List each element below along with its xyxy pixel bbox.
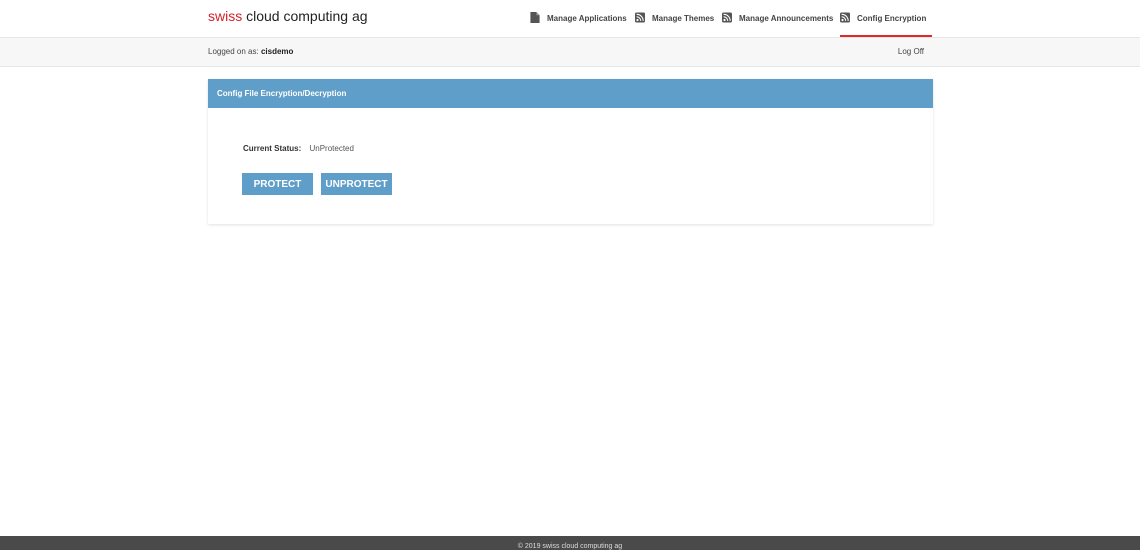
nav-label: Manage Themes	[652, 14, 715, 23]
log-off-link[interactable]: Log Off	[898, 47, 924, 56]
username: cisdemo	[260, 47, 294, 56]
brand-accent: swiss	[208, 8, 243, 24]
document-icon	[530, 12, 540, 23]
brand-logo[interactable]: swiss cloud computing ag	[208, 8, 368, 24]
protect-button[interactable]: PROTECT	[242, 173, 313, 195]
current-status: Current Status: UnProtected	[243, 144, 354, 153]
logged-on-label: Logged on as:	[208, 47, 259, 56]
nav-manage-themes[interactable]: Manage Themes	[635, 0, 714, 37]
status-label: Current Status:	[243, 144, 302, 153]
status-value: UnProtected	[309, 144, 354, 153]
brand-text: cloud computing ag	[242, 8, 368, 24]
nav-manage-announcements[interactable]: Manage Announcements	[722, 0, 833, 37]
logged-on-info: Logged on as: cisdemo	[208, 47, 293, 56]
rss-icon	[840, 12, 850, 23]
copyright-text: © 2019 swiss cloud computing ag	[517, 543, 623, 550]
rss-icon	[635, 12, 645, 23]
nav-label: Manage Applications	[547, 14, 627, 23]
unprotect-button[interactable]: UNPROTECT	[321, 173, 392, 195]
nav-config-encryption[interactable]: Config Encryption	[840, 0, 933, 37]
rss-icon	[722, 12, 732, 23]
encryption-panel: Config File Encryption/Decryption Curren…	[208, 79, 933, 224]
footer: © 2019 swiss cloud computing ag	[0, 536, 1140, 550]
nav-label: Manage Announcements	[739, 14, 834, 23]
nav-label: Config Encryption	[857, 14, 927, 23]
panel-title: Config File Encryption/Decryption	[208, 79, 933, 108]
session-bar: Logged on as: cisdemo Log Off	[0, 37, 1140, 67]
top-navigation-bar: swiss cloud computing ag Manage Applicat…	[0, 0, 1140, 37]
nav-manage-applications[interactable]: Manage Applications	[530, 0, 627, 37]
